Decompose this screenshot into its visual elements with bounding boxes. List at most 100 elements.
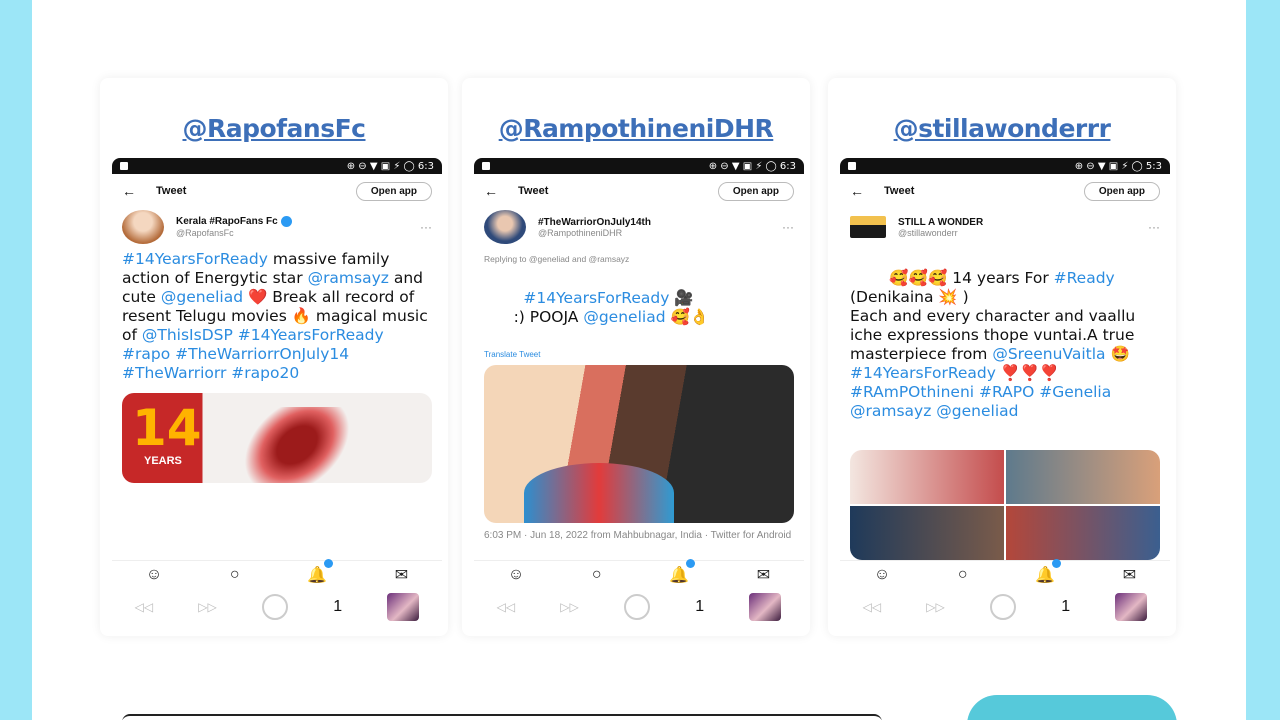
- bottom-divider: [122, 714, 882, 720]
- forward-icon[interactable]: ▷▷: [926, 600, 944, 614]
- back-icon[interactable]: ◁◁: [863, 600, 881, 614]
- text: 🤩: [1105, 345, 1135, 363]
- media-years: YEARS: [144, 455, 182, 467]
- system-nav: ◁◁ ▷▷ 1: [112, 592, 442, 622]
- status-bar: ⊕ ⊖ ▼ ▣ ⚡ ◯ 6:3: [474, 158, 804, 174]
- tweet-text: #14YearsForReady massive family action o…: [112, 246, 442, 387]
- tweet-text: 🥰🥰🥰 14 years For #Ready (Denikaina 💥 ) E…: [840, 246, 1170, 444]
- tweet-media[interactable]: 14 YEARS: [122, 393, 432, 483]
- media-tile: [850, 450, 1004, 504]
- tab-count[interactable]: 1: [333, 598, 342, 616]
- mail-icon[interactable]: ✉: [1123, 565, 1136, 585]
- tweet-header: ← Tweet Open app: [474, 174, 804, 208]
- notification-icon: [120, 162, 128, 170]
- open-app-button[interactable]: Open app: [717, 181, 794, 201]
- tweet-media[interactable]: [484, 365, 794, 523]
- forward-icon[interactable]: ▷▷: [198, 600, 216, 614]
- app-thumbnail[interactable]: [387, 593, 420, 621]
- system-nav: ◁◁ ▷▷ 1: [474, 592, 804, 622]
- status-icons: ⊕ ⊖ ▼ ▣ ⚡ ◯ 6:3: [708, 160, 796, 172]
- home-circle-icon[interactable]: [989, 594, 1016, 620]
- open-app-button[interactable]: Open app: [1083, 181, 1160, 201]
- home-icon[interactable]: ☺: [874, 566, 890, 584]
- tweet-title: Tweet: [156, 185, 187, 197]
- mention[interactable]: @ramsayz: [308, 269, 389, 287]
- author-handle: @stillawonderr: [898, 227, 958, 238]
- hashtag[interactable]: #14YearsForReady: [122, 250, 268, 268]
- bell-icon[interactable]: 🔔: [307, 558, 333, 585]
- media-figure: [524, 463, 674, 523]
- hashtags[interactable]: @ThisIsDSP #14YearsForReady #rapo #TheWa…: [122, 326, 384, 382]
- back-arrow-icon[interactable]: ←: [484, 183, 518, 199]
- card-stillawonder: @stillawonderrr ⊕ ⊖ ▼ ▣ ⚡ ◯ 5:3 ← Tweet …: [828, 78, 1176, 636]
- author-handle: @RampothineniDHR: [538, 227, 623, 238]
- text: 🥰👌: [665, 308, 710, 326]
- home-icon[interactable]: ☺: [508, 566, 524, 584]
- mail-icon[interactable]: ✉: [395, 565, 408, 585]
- hashtags[interactable]: #RAmPOthineni #RAPO #Genelia @ramsayz @g…: [850, 383, 1116, 420]
- hashtag[interactable]: #14YearsForReady: [523, 289, 669, 307]
- media-graphic: [218, 407, 376, 483]
- author-handle: @RapofansFc: [176, 227, 234, 238]
- phone-screenshot: ⊕ ⊖ ▼ ▣ ⚡ ◯ 5:3 ← Tweet Open app STILL A…: [840, 158, 1170, 628]
- avatar[interactable]: [484, 210, 526, 244]
- status-icons: ⊕ ⊖ ▼ ▣ ⚡ ◯ 5:3: [1074, 160, 1162, 172]
- status-bar: ⊕ ⊖ ▼ ▣ ⚡ ◯ 5:3: [840, 158, 1170, 174]
- verified-badge-icon: [280, 216, 292, 228]
- card-handle[interactable]: @stillawonderrr: [828, 114, 1176, 143]
- status-icons: ⊕ ⊖ ▼ ▣ ⚡ ◯ 6:3: [346, 160, 434, 172]
- media-tile: [1006, 506, 1160, 560]
- back-arrow-icon[interactable]: ←: [850, 183, 884, 199]
- home-icon[interactable]: ☺: [146, 566, 162, 584]
- search-icon[interactable]: ○: [958, 566, 968, 584]
- bottom-nav: ☺ ○ 🔔 ✉: [474, 558, 804, 588]
- card-handle[interactable]: @RapofansFc: [100, 114, 448, 143]
- back-icon[interactable]: ◁◁: [497, 600, 515, 614]
- author-name-text: Kerala #RapoFans Fc: [176, 216, 278, 228]
- bottom-nav: ☺ ○ 🔔 ✉: [112, 558, 442, 588]
- reply-line[interactable]: Replying to @geneliad and @ramsayz: [474, 246, 804, 266]
- tweet-title: Tweet: [884, 185, 915, 197]
- mention[interactable]: @geneliad: [161, 288, 243, 306]
- mention[interactable]: @geneliad: [583, 308, 665, 326]
- search-icon[interactable]: ○: [230, 566, 240, 584]
- app-thumbnail[interactable]: [1115, 593, 1148, 621]
- avatar[interactable]: [122, 210, 164, 244]
- mention[interactable]: @SreenuVaitla: [992, 345, 1105, 363]
- home-circle-icon[interactable]: [261, 594, 288, 620]
- tweet-title: Tweet: [518, 185, 549, 197]
- tab-count[interactable]: 1: [695, 598, 704, 616]
- bell-icon[interactable]: 🔔: [1035, 558, 1061, 585]
- hashtag[interactable]: #Ready: [1054, 269, 1115, 287]
- tweet-text: #14YearsForReady 🎥 :) POOJA @geneliad 🥰👌: [474, 266, 804, 350]
- search-icon[interactable]: ○: [592, 566, 602, 584]
- tweet-media-grid[interactable]: [850, 450, 1160, 560]
- avatar[interactable]: [850, 216, 886, 238]
- media-tile: [1006, 450, 1160, 504]
- home-circle-icon[interactable]: [623, 594, 650, 620]
- card-rampothineni: @RampothineniDHR ⊕ ⊖ ▼ ▣ ⚡ ◯ 6:3 ← Tweet…: [462, 78, 810, 636]
- bell-icon[interactable]: 🔔: [669, 558, 695, 585]
- author-name: Kerala #RapoFans Fc: [176, 216, 420, 228]
- mail-icon[interactable]: ✉: [757, 565, 770, 585]
- media-number: 14: [132, 399, 202, 457]
- more-options-icon[interactable]: ···: [1148, 220, 1160, 234]
- open-app-button[interactable]: Open app: [355, 181, 432, 201]
- app-thumbnail[interactable]: [749, 593, 782, 621]
- translate-link[interactable]: Translate Tweet: [474, 350, 804, 359]
- more-options-icon[interactable]: ···: [420, 220, 432, 234]
- back-icon[interactable]: ◁◁: [135, 600, 153, 614]
- bottom-button[interactable]: [967, 695, 1177, 720]
- notification-icon: [848, 162, 856, 170]
- system-nav: ◁◁ ▷▷ 1: [840, 592, 1170, 622]
- tweet-author: Kerala #RapoFans Fc @RapofansFc ···: [112, 208, 442, 246]
- tab-count[interactable]: 1: [1061, 598, 1070, 616]
- card-handle[interactable]: @RampothineniDHR: [462, 114, 810, 143]
- forward-icon[interactable]: ▷▷: [560, 600, 578, 614]
- back-arrow-icon[interactable]: ←: [122, 183, 156, 199]
- page: @RapofansFc ⊕ ⊖ ▼ ▣ ⚡ ◯ 6:3 ← Tweet Open…: [32, 0, 1246, 720]
- tweet-meta: 6:03 PM · Jun 18, 2022 from Mahbubnagar,…: [484, 530, 792, 541]
- more-options-icon[interactable]: ···: [782, 220, 794, 234]
- phone-screenshot: ⊕ ⊖ ▼ ▣ ⚡ ◯ 6:3 ← Tweet Open app #TheWar…: [474, 158, 804, 628]
- hashtag[interactable]: #14YearsForReady: [850, 364, 996, 382]
